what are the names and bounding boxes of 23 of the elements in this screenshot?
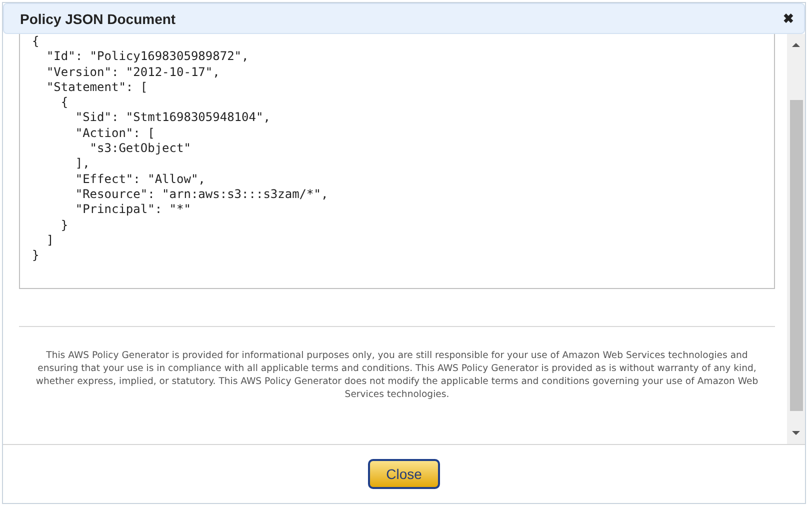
scroll-down-icon[interactable] [791,428,801,438]
scroll-thumb[interactable] [790,100,802,411]
code-line: { [60,95,70,110]
code-line: { [32,34,40,50]
code-line: ] [45,232,55,248]
code-line: "Principal": "*" [74,202,192,218]
scrollbar[interactable] [787,34,805,444]
scroll-up-icon[interactable] [791,40,801,50]
code-line: } [60,218,70,233]
code-line: "Sid": "Stmt1698305948104", [74,110,272,126]
dialog-title: Policy JSON Document [20,10,176,26]
disclaimer-text: This AWS Policy Generator is provided for informational purposes only, you are still responsible for your use of Amazon Web Services technologies and ensuring that your use is in compliance with all applicable terms and conditions. This AWS Policy Generator is provided as is without warranty of any kind, whether express, implied, or statutory. This AWS Policy Generator does not modify the applicable terms and conditions governing your use of Amazon Web Services technologies. [34,349,760,401]
code-line: "Id": "Policy1698305989872", [45,49,250,65]
code-line: "Version": "2012-10-17", [45,64,221,80]
code-line: ], [74,156,91,172]
code-line: "Action": [ [74,126,156,142]
close-button[interactable]: Close [368,459,440,489]
code-line: "s3:GetObject" [88,141,192,156]
code-line: "Effect": "Allow", [74,172,206,187]
code-line: } [32,248,40,264]
code-line: "Resource": "arn:aws:s3:::s3zam/*", [74,186,330,202]
code-line: "Statement": [ [45,80,149,96]
close-icon[interactable]: ✖ [783,11,794,26]
